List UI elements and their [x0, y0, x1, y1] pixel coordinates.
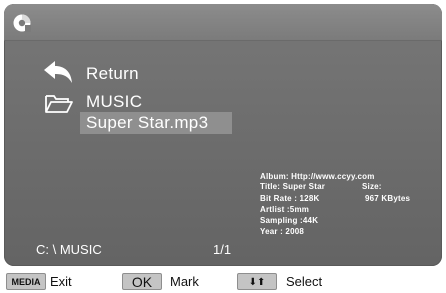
file-browser-panel — [4, 4, 442, 266]
info-bitrate: Bit Rate : 128K — [260, 194, 320, 203]
info-size-value: 967 KBytes — [365, 194, 411, 203]
arrow-keys-button[interactable]: ⬇⬆ — [237, 273, 277, 290]
media-browser-screen: Return MUSIC Super Star.mp3 Album: Http:… — [0, 0, 446, 293]
disc-icon — [13, 14, 31, 32]
info-size-label: Size: — [362, 182, 382, 191]
return-arrow-icon[interactable] — [42, 59, 74, 85]
header-bar — [4, 4, 442, 41]
page-indicator: 1/1 — [213, 242, 232, 257]
folder-label[interactable]: MUSIC — [86, 92, 142, 112]
info-sampling: Sampling :44K — [260, 216, 319, 225]
folder-icon — [45, 95, 73, 113]
info-title: Title: Super Star — [260, 182, 326, 191]
info-artist: Artlist :5mm — [260, 205, 310, 214]
return-label[interactable]: Return — [86, 64, 139, 84]
current-path: C: \ MUSIC — [36, 242, 102, 257]
select-label: Select — [286, 274, 323, 289]
info-year: Year : 2008 — [260, 227, 305, 236]
mark-label: Mark — [170, 274, 199, 289]
ok-key-button[interactable]: OK — [122, 273, 162, 290]
file-item-super-star[interactable]: Super Star.mp3 — [86, 113, 208, 133]
media-key-button[interactable]: MEDIA — [6, 273, 46, 290]
info-album: Album: Http://www.ccyy.com — [260, 172, 375, 181]
exit-label: Exit — [50, 274, 72, 289]
